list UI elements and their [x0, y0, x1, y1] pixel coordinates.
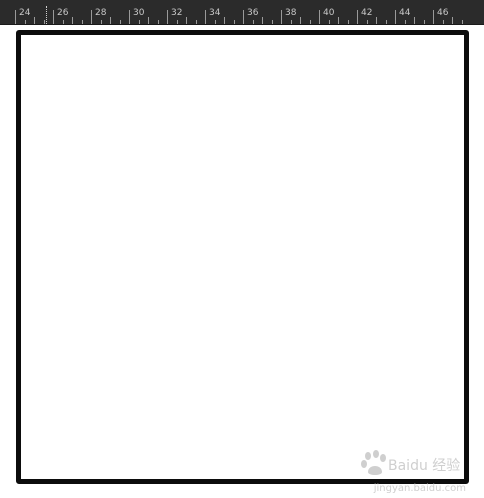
ruler-minor-tick [63, 20, 64, 24]
ruler-major-tick [281, 10, 282, 24]
ruler-minor-tick [158, 20, 159, 24]
horizontal-ruler[interactable]: 24 26 28 30 32 34 36 38 40 42 44 46 [0, 0, 484, 25]
ruler-minor-tick [376, 17, 377, 24]
ruler-label: 46 [437, 8, 449, 18]
ruler-minor-tick [443, 20, 444, 24]
ruler-label: 42 [361, 8, 373, 18]
ruler-label: 28 [95, 8, 107, 18]
ruler-minor-tick [82, 20, 83, 24]
ruler-major-tick [395, 10, 396, 24]
ruler-label: 38 [285, 8, 297, 18]
ruler-minor-tick [414, 17, 415, 24]
ruler-label: 24 [19, 8, 31, 18]
ruler-minor-tick [424, 20, 425, 24]
ruler-major-tick [319, 10, 320, 24]
ruler-minor-tick [215, 20, 216, 24]
ruler-minor-tick [120, 20, 121, 24]
ruler-label: 44 [399, 8, 411, 18]
ruler-major-tick [91, 10, 92, 24]
ruler-minor-tick [72, 17, 73, 24]
ruler-minor-tick [462, 20, 463, 24]
ruler-minor-tick [34, 17, 35, 24]
ruler-label: 34 [209, 8, 221, 18]
ruler-major-tick [205, 10, 206, 24]
ruler-major-tick [357, 10, 358, 24]
ruler-major-tick [53, 10, 54, 24]
ruler-minor-tick [262, 17, 263, 24]
ruler-minor-tick [386, 20, 387, 24]
ruler-label: 32 [171, 8, 183, 18]
document-canvas[interactable]: Baidu 经验 jingyan.baidu.com [0, 25, 484, 498]
baidu-logo-icon: Baidu 经验 [361, 450, 460, 475]
ruler-minor-tick [25, 20, 26, 24]
ruler-minor-tick [196, 20, 197, 24]
ruler-major-tick [167, 10, 168, 24]
ruler-major-tick [129, 10, 130, 24]
ruler-minor-tick [224, 17, 225, 24]
ruler-minor-tick [348, 20, 349, 24]
baidu-jingyan-watermark: Baidu 经验 jingyan.baidu.com [356, 448, 466, 494]
ruler-major-tick [15, 10, 16, 24]
ruler-minor-tick [186, 17, 187, 24]
ruler-label: 30 [133, 8, 145, 18]
ruler-cursor-marker [46, 6, 47, 24]
ruler-minor-tick [177, 20, 178, 24]
ruler-major-tick [433, 10, 434, 24]
watermark-brand: Baidu 经验 [388, 458, 460, 474]
watermark-url: jingyan.baidu.com [373, 483, 466, 494]
ruler-minor-tick [291, 20, 292, 24]
ruler-minor-tick [300, 17, 301, 24]
ruler-minor-tick [110, 17, 111, 24]
ruler-minor-tick [139, 20, 140, 24]
ruler-minor-tick [44, 20, 45, 24]
ruler-minor-tick [367, 20, 368, 24]
ruler-minor-tick [253, 20, 254, 24]
ruler-minor-tick [148, 17, 149, 24]
ruler-minor-tick [101, 20, 102, 24]
ruler-minor-tick [234, 20, 235, 24]
ruler-major-tick [243, 10, 244, 24]
black-square-frame[interactable] [16, 30, 469, 484]
ruler-minor-tick [272, 20, 273, 24]
ruler-minor-tick [338, 17, 339, 24]
ruler-label: 40 [323, 8, 335, 18]
ruler-label: 26 [57, 8, 69, 18]
ruler-minor-tick [452, 17, 453, 24]
ruler-minor-tick [310, 20, 311, 24]
ruler-minor-tick [329, 20, 330, 24]
ruler-label: 36 [247, 8, 259, 18]
ruler-minor-tick [405, 20, 406, 24]
